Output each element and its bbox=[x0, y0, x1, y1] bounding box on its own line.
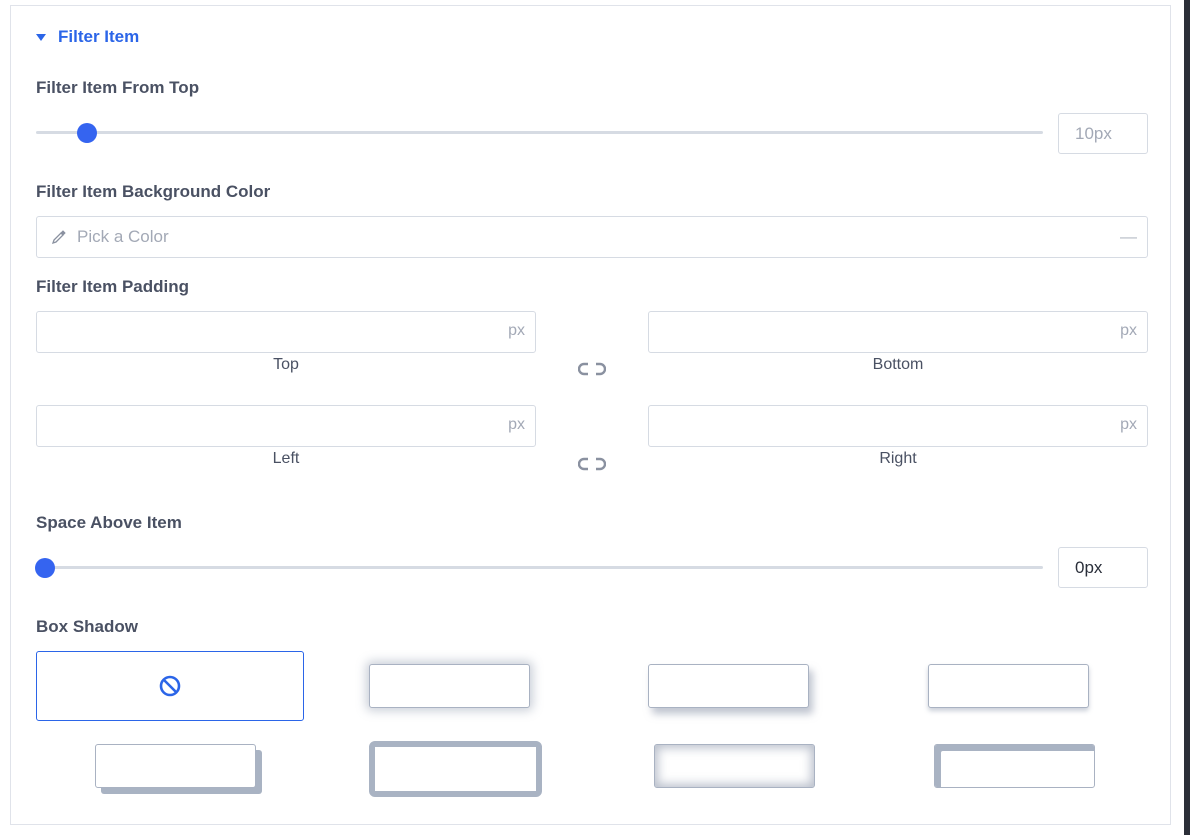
padding-top-caption: Top bbox=[273, 356, 299, 373]
ban-icon bbox=[159, 675, 181, 697]
shadow-none-option[interactable] bbox=[36, 651, 304, 721]
window-edge bbox=[1184, 0, 1190, 835]
space-above-input[interactable]: 0px bbox=[1058, 547, 1148, 588]
bg-color-label: Filter Item Background Color bbox=[36, 182, 271, 201]
link-values-icon[interactable] bbox=[578, 361, 606, 377]
color-placeholder: Pick a Color bbox=[77, 227, 169, 246]
shadow-offset-solid-option[interactable] bbox=[95, 744, 256, 788]
space-above-slider-thumb[interactable] bbox=[36, 559, 54, 577]
shadow-soft-glow-option[interactable] bbox=[369, 664, 530, 708]
from-top-slider-track[interactable] bbox=[36, 131, 1043, 134]
shadow-offset-top-left-option[interactable] bbox=[934, 744, 1095, 788]
color-picker-field[interactable]: Pick a Color — bbox=[36, 216, 1148, 258]
box-shadow-label: Box Shadow bbox=[36, 617, 139, 636]
padding-left-caption: Left bbox=[272, 450, 300, 467]
padding-top-input[interactable]: px bbox=[36, 311, 536, 353]
shadow-bottom-option[interactable] bbox=[928, 664, 1089, 708]
shadow-inset-option[interactable] bbox=[654, 744, 815, 788]
from-top-input[interactable]: 10px bbox=[1058, 113, 1148, 154]
space-above-label: Space Above Item bbox=[36, 513, 182, 532]
shadow-bottom-right-option[interactable] bbox=[648, 664, 809, 708]
padding-left-input[interactable]: px bbox=[36, 405, 536, 447]
unit-label: px bbox=[1120, 416, 1137, 433]
caret-down-icon bbox=[36, 34, 46, 41]
padding-bottom-input[interactable]: px bbox=[648, 311, 1148, 353]
section-title: Filter Item bbox=[58, 27, 140, 46]
padding-right-caption: Right bbox=[879, 450, 917, 467]
eyedropper-icon bbox=[51, 230, 66, 245]
unit-label: px bbox=[508, 322, 525, 339]
padding-bottom-caption: Bottom bbox=[872, 356, 924, 373]
link-values-icon[interactable] bbox=[578, 456, 606, 472]
padding-label: Filter Item Padding bbox=[36, 277, 190, 296]
shadow-thick-border-option[interactable] bbox=[369, 741, 542, 797]
space-above-slider-track[interactable] bbox=[36, 566, 1043, 569]
from-top-label: Filter Item From Top bbox=[36, 78, 200, 97]
unit-label: px bbox=[508, 416, 525, 433]
filter-item-section-toggle[interactable]: Filter Item bbox=[36, 27, 139, 47]
clear-color-button[interactable]: — bbox=[1120, 227, 1137, 247]
padding-right-input[interactable]: px bbox=[648, 405, 1148, 447]
unit-label: px bbox=[1120, 322, 1137, 339]
